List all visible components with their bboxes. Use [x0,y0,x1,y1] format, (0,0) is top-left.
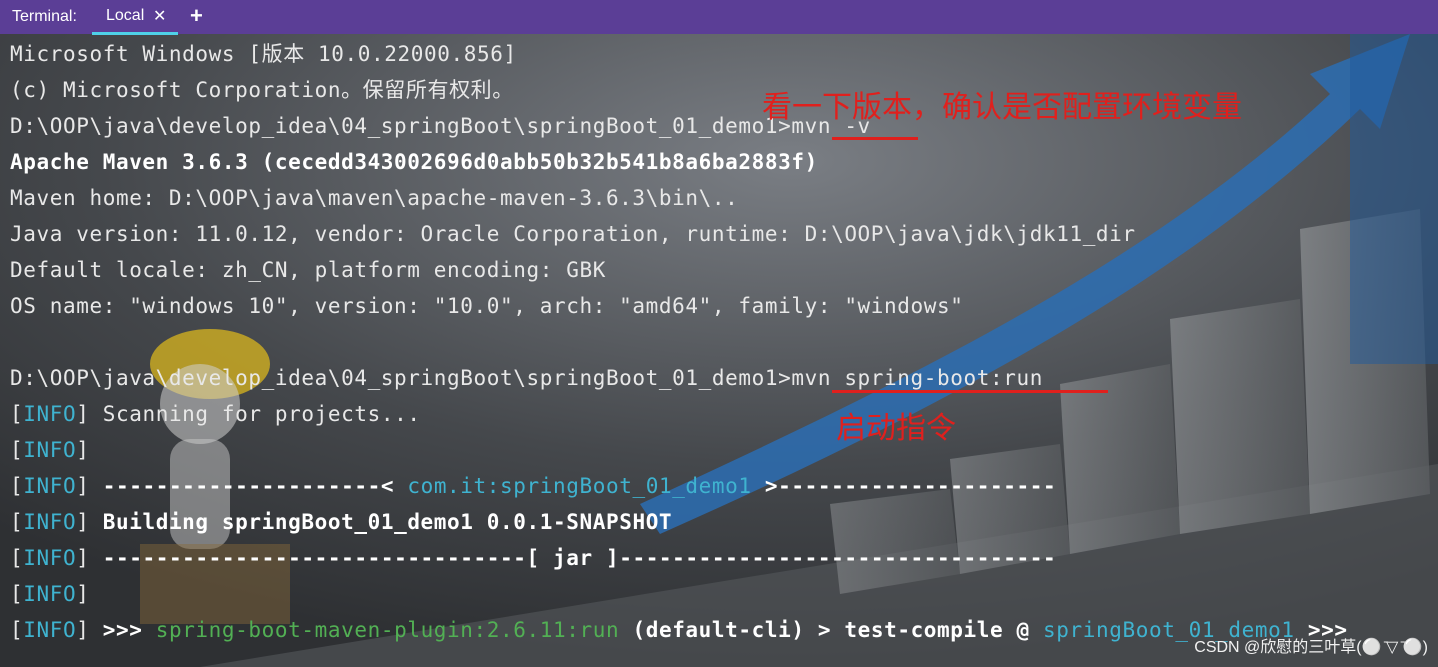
log-text: Building springBoot_01_demo1 0.0.1-SNAPS… [89,510,673,534]
terminal-line: [INFO] ---------------------< com.it:spr… [10,468,1430,504]
terminal-line: [INFO] Building springBoot_01_demo1 0.0.… [10,504,1430,540]
maven-version-text: Apache Maven 3.6.3 (cecedd343002696d0abb… [10,150,818,174]
terminal-line: Maven home: D:\OOP\java\maven\apache-mav… [10,180,1430,216]
terminal-line: Java version: 11.0.12, vendor: Oracle Co… [10,216,1430,252]
bracket: ] [76,582,90,606]
info-tag: INFO [23,402,77,426]
run-command-annotation: 启动指令 [836,411,956,446]
terminal-tab-bar: Terminal: Local ✕ + [0,0,1438,35]
terminal-line: D:\OOP\java\develop_idea\04_springBoot\s… [10,360,1430,396]
bracket: [ [10,438,24,462]
prompt-path: D:\OOP\java\develop_idea\04_springBoot\s… [10,114,792,138]
terminal-line: Apache Maven 3.6.3 (cecedd343002696d0abb… [10,144,1430,180]
bracket: [ [10,402,24,426]
log-text: (default-cli) > test-compile @ [619,618,1043,642]
maven-home-text: Maven home: D:\OOP\java\maven\apache-mav… [10,186,739,210]
info-tag: INFO [23,618,77,642]
bracket: [ [10,582,24,606]
os-name-text: OS name: "windows 10", version: "10.0", … [10,294,964,318]
bracket: [ [10,546,24,570]
info-tag: INFO [23,510,77,534]
os-version-text: Microsoft Windows [版本 10.0.22000.856] [10,42,517,66]
terminal-line: [INFO] [10,432,1430,468]
log-text: Scanning for projects... [89,402,421,426]
terminal-line: Default locale: zh_CN, platform encoding… [10,252,1430,288]
plugin-name-text: spring-boot-maven-plugin:2.6.11:run [155,618,620,642]
command-text: mvn spring-boot:run [791,366,1043,390]
bracket: ] [76,474,90,498]
csdn-watermark: CSDN @欣慰的三叶草(⚪ ̄▽ ̄⚪) [1194,639,1428,656]
bracket: ] [76,510,90,534]
bracket: ] [76,546,90,570]
terminal-line: [INFO] [10,576,1430,612]
bracket: [ [10,510,24,534]
log-text: ---------------------< [89,474,408,498]
terminal-line: [INFO] --------------------------------[… [10,540,1430,576]
info-tag: INFO [23,474,77,498]
info-tag: INFO [23,438,77,462]
add-tab-icon[interactable]: + [190,3,203,29]
copyright-text: (c) Microsoft Corporation。保留所有权利。 [10,78,514,102]
prompt-path: D:\OOP\java\develop_idea\04_springBoot\s… [10,366,792,390]
mvn-v-underline [832,137,918,140]
run-command-underline [832,390,1108,393]
log-text: >>> [89,618,156,642]
artifact-id-text: com.it:springBoot_01_demo1 [407,474,752,498]
terminal-line: OS name: "windows 10", version: "10.0", … [10,288,1430,324]
locale-text: Default locale: zh_CN, platform encoding… [10,258,606,282]
version-check-annotation: 看一下版本，确认是否配置环境变量 [762,90,1242,125]
terminal-panel-title: Terminal: [12,8,77,25]
info-tag: INFO [23,582,77,606]
terminal-output[interactable]: Microsoft Windows [版本 10.0.22000.856] (c… [10,36,1430,648]
tab-local-label: Local [106,7,145,24]
bracket: ] [76,618,90,642]
bracket: [ [10,618,24,642]
info-tag: INFO [23,546,77,570]
bracket: ] [76,438,90,462]
terminal-line: Microsoft Windows [版本 10.0.22000.856] [10,36,1430,72]
bracket: ] [76,402,90,426]
log-text: --------------------------------[ jar ]-… [89,546,1057,570]
terminal-line: [INFO] Scanning for projects... [10,396,1430,432]
tab-local[interactable]: Local ✕ [92,0,178,35]
log-text: >--------------------- [751,474,1057,498]
bracket: [ [10,474,24,498]
java-version-text: Java version: 11.0.12, vendor: Oracle Co… [10,222,1136,246]
close-icon[interactable]: ✕ [153,6,166,26]
